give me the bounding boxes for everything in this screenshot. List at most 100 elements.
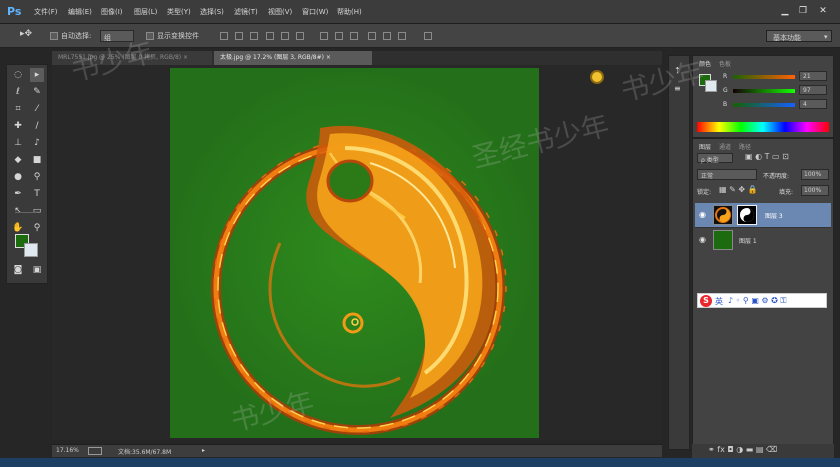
lock-icons[interactable]: ▦ ✎ ✥ 🔒: [719, 185, 758, 194]
b-slider[interactable]: [733, 103, 795, 107]
align-left-icon[interactable]: [266, 32, 274, 40]
auto-align-icon[interactable]: [424, 32, 432, 40]
auto-select-label: 自动选择:: [61, 32, 92, 40]
eye-icon[interactable]: ◉: [699, 235, 706, 244]
restore-button[interactable]: ❐: [796, 5, 810, 18]
layer-mask-thumbnail[interactable]: [737, 205, 757, 225]
distribute-right-icon[interactable]: [398, 32, 406, 40]
menu-file[interactable]: 文件(F): [34, 7, 58, 17]
status-menu-arrow-icon[interactable]: ▸: [202, 447, 205, 454]
r-slider[interactable]: [733, 75, 795, 79]
g-value-field[interactable]: 97: [799, 85, 827, 95]
move-tool-icon[interactable]: ▸✥: [20, 29, 32, 39]
g-value: 97: [803, 87, 811, 94]
lock-label: 锁定:: [697, 189, 712, 196]
fire-yinyang-artwork: [170, 68, 539, 438]
brush-tool-icon[interactable]: /: [30, 119, 44, 133]
color-spectrum-bar[interactable]: [697, 122, 829, 132]
ime-logo[interactable]: S: [700, 295, 712, 307]
layer-filter-dropdown[interactable]: ρ 类型: [697, 153, 733, 164]
document-canvas[interactable]: [170, 68, 539, 438]
blend-mode-dropdown[interactable]: 正常: [697, 169, 757, 180]
tab-paths[interactable]: 路径: [739, 142, 751, 151]
dodge-tool-icon[interactable]: ⚲: [30, 170, 44, 184]
ime-mode-label[interactable]: 英: [715, 296, 723, 307]
align-right-icon[interactable]: [296, 32, 304, 40]
tools-divider: [15, 212, 37, 222]
layer-row-3[interactable]: ◉ 图层 3: [695, 203, 831, 227]
menu-select[interactable]: 选择(S): [200, 7, 224, 17]
ime-tool-icons[interactable]: ♪ ◦ ⚲ ▣ ⚙ ✪ ⚿: [728, 296, 786, 306]
filter-icons[interactable]: ▣ ◐ T ▭ ⊡: [745, 152, 789, 161]
zoom-icon[interactable]: [88, 447, 102, 455]
os-taskbar: [0, 458, 840, 467]
b-value: 4: [803, 101, 807, 108]
auto-select-checkbox[interactable]: [50, 32, 58, 40]
b-label: B: [723, 101, 728, 108]
menu-type[interactable]: 类型(Y): [167, 7, 191, 17]
opacity-value: 100%: [804, 171, 822, 178]
tab-swatches[interactable]: 色板: [719, 59, 731, 68]
menu-layer[interactable]: 图层(L): [134, 7, 157, 17]
zoom-level[interactable]: 17.16%: [56, 447, 79, 454]
quick-select-tool-icon[interactable]: ✎: [30, 85, 44, 99]
screen-mode-icon[interactable]: ▣: [30, 263, 44, 277]
gradient-tool-icon[interactable]: ■: [30, 153, 44, 167]
layer-name[interactable]: 图层 3: [765, 211, 783, 220]
fill-field[interactable]: 100%: [801, 185, 829, 196]
background-color-swatch[interactable]: [24, 243, 38, 257]
distribute-top-icon[interactable]: [320, 32, 328, 40]
move-tool-icon[interactable]: ▸: [30, 68, 44, 82]
minimize-button[interactable]: ▁: [778, 5, 792, 18]
lasso-tool-icon[interactable]: ℓ: [11, 85, 25, 99]
clone-stamp-tool-icon[interactable]: ⊥: [11, 136, 25, 150]
mask-yinyang-icon: [740, 208, 754, 222]
opacity-label: 不透明度:: [763, 173, 790, 180]
opacity-field[interactable]: 100%: [801, 169, 829, 180]
marquee-tool-icon[interactable]: ◌: [11, 68, 25, 82]
hand-tool-icon[interactable]: ✋: [11, 221, 25, 235]
blur-tool-icon[interactable]: ●: [11, 170, 25, 184]
layer-thumbnail: [713, 205, 733, 225]
align-bottom-icon[interactable]: [250, 32, 258, 40]
tab-layers[interactable]: 图层: [699, 142, 711, 151]
layer-name[interactable]: 图层 1: [739, 236, 757, 245]
fill-label: 填充:: [779, 189, 794, 196]
g-slider[interactable]: [733, 89, 795, 93]
distribute-vcenter-icon[interactable]: [335, 32, 343, 40]
menu-help[interactable]: 帮助(H): [337, 7, 362, 17]
b-value-field[interactable]: 4: [799, 99, 827, 109]
menu-bar: Ps 文件(F) 编辑(E) 图像(I) 图层(L) 类型(Y) 选择(S) 滤…: [0, 0, 840, 24]
crop-tool-icon[interactable]: ⌗: [11, 102, 25, 116]
history-brush-tool-icon[interactable]: ♪: [30, 136, 44, 150]
align-vcenter-icon[interactable]: [235, 32, 243, 40]
align-top-icon[interactable]: [220, 32, 228, 40]
layer-action-icons[interactable]: ⚭ fx ◘ ◑ ▬ ▤ ⌫: [708, 445, 777, 454]
workspace-dropdown[interactable]: 基本功能 ▾: [766, 30, 832, 42]
menu-filter[interactable]: 滤镜(T): [234, 7, 258, 17]
show-transform-label: 显示变换控件: [157, 32, 199, 40]
tab-channels[interactable]: 通道: [719, 142, 731, 151]
menu-window[interactable]: 窗口(W): [302, 7, 328, 17]
eraser-tool-icon[interactable]: ◆: [11, 153, 25, 167]
align-hcenter-icon[interactable]: [281, 32, 289, 40]
zoom-tool-icon[interactable]: ⚲: [30, 221, 44, 235]
eyedropper-tool-icon[interactable]: ⁄: [30, 102, 44, 116]
pen-tool-icon[interactable]: ✒: [11, 187, 25, 201]
eye-icon[interactable]: ◉: [699, 210, 706, 219]
yinyang-thumb-icon: [715, 207, 731, 223]
layer-row-1[interactable]: ◉ 图层 1: [695, 227, 831, 251]
document-size: 文档:35.6M/67.8M: [118, 449, 172, 456]
close-button[interactable]: ✕: [816, 5, 830, 18]
r-value-field[interactable]: 21: [799, 71, 827, 81]
distribute-bottom-icon[interactable]: [350, 32, 358, 40]
menu-image[interactable]: 图像(I): [101, 7, 123, 17]
menu-view[interactable]: 视图(V): [268, 7, 292, 17]
type-tool-icon[interactable]: T: [30, 187, 44, 201]
distribute-left-icon[interactable]: [368, 32, 376, 40]
tab-taiji[interactable]: 太极.jpg @ 17.2% (图层 3, RGB/8#) ×: [214, 51, 372, 65]
healing-brush-tool-icon[interactable]: ✚: [11, 119, 25, 133]
distribute-hcenter-icon[interactable]: [383, 32, 391, 40]
quick-mask-icon[interactable]: ◙: [11, 263, 25, 277]
menu-edit[interactable]: 编辑(E): [68, 7, 92, 17]
